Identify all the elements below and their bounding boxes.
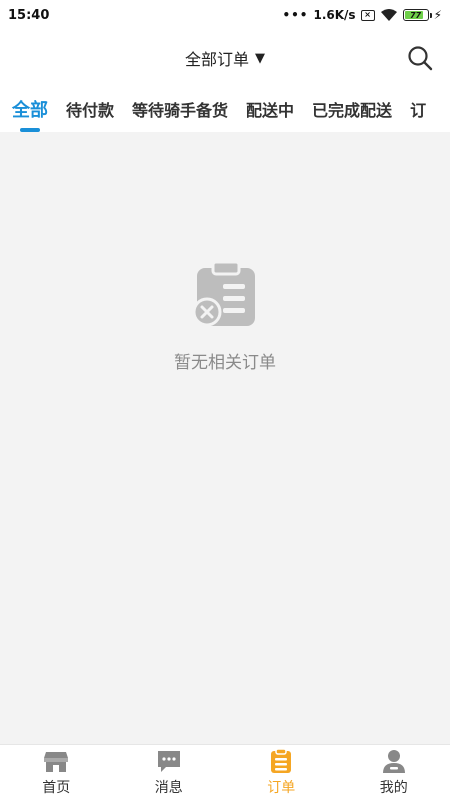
tab-pending-payment[interactable]: 待付款 [66,89,114,129]
store-icon [44,752,69,772]
nav-home-label: 首页 [42,780,71,796]
tab-waiting-rider[interactable]: 等待骑手备货 [132,89,228,129]
nav-orders-label: 订单 [267,780,296,796]
bottom-navigation: 首页 消息 订单 我的 [0,744,450,800]
status-time: 15:40 [8,7,50,23]
nav-home[interactable]: 首页 [0,745,113,800]
battery-level: 77 [409,10,422,20]
tab-delivering[interactable]: 配送中 [246,89,294,129]
notification-dots: ••• [282,8,309,22]
tab-more[interactable]: 订 [410,89,426,129]
wifi-icon [380,9,397,21]
order-filter-dropdown[interactable]: 全部订单 ▼ [185,46,265,70]
no-sim-icon: × [360,9,375,21]
orders-icon [271,748,292,773]
empty-state: 暂无相关订单 [0,258,450,373]
empty-message: 暂无相关订单 [174,353,276,373]
order-list-area[interactable]: 暂无相关订单 [0,132,450,744]
page-title: 全部订单 [184,50,249,69]
tab-all[interactable]: 全部 [12,88,48,130]
nav-messages-label: 消息 [154,780,183,796]
status-bar: 15:40 ••• 1.6K/s × 77 ⚡ [0,0,450,30]
order-status-tabs: 全部 待付款 等待骑手备货 配送中 已完成配送 订 [0,86,450,132]
network-speed: 1.6K/s [313,8,356,22]
charging-icon: ⚡ [433,8,442,22]
profile-icon [382,750,405,773]
app-header: 全部订单 ▼ [0,30,450,86]
status-indicators: ••• 1.6K/s × 77 ⚡ [282,8,442,22]
search-icon[interactable] [406,44,434,72]
empty-order-icon [192,260,255,327]
message-icon [157,751,180,772]
nav-messages[interactable]: 消息 [113,745,226,800]
battery-icon: 77 [402,9,432,21]
caret-down-icon: ▼ [255,50,265,66]
tab-delivered[interactable]: 已完成配送 [312,89,392,129]
nav-profile-label: 我的 [379,780,408,796]
nav-orders[interactable]: 订单 [225,745,338,800]
nav-profile[interactable]: 我的 [338,745,450,800]
